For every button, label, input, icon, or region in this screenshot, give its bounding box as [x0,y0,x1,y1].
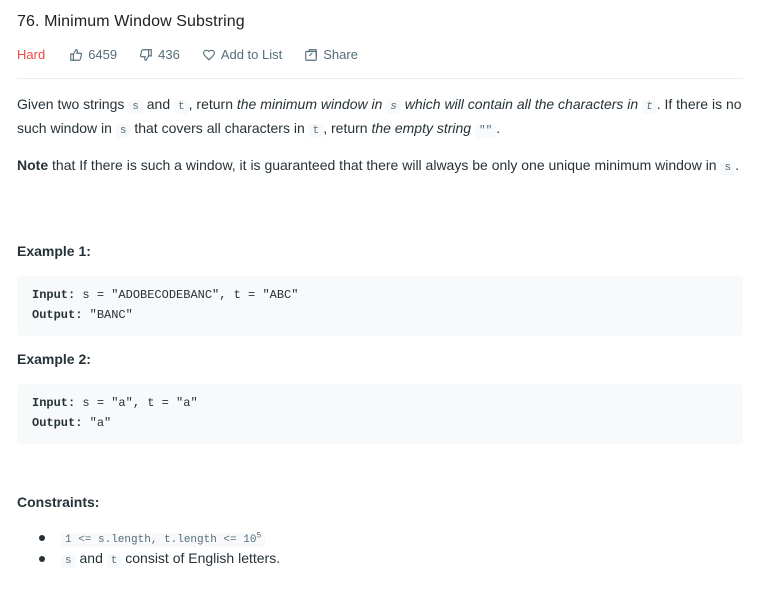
heart-icon [202,49,215,61]
code-t: t [174,100,189,114]
dislikes-count: 436 [158,47,180,62]
example-output-line: Output: "BANC" [32,308,133,322]
output-value: "BANC" [82,308,133,322]
text: , return [188,96,237,112]
note-paragraph: Note that If there is such a window, it … [17,155,743,179]
thumbs-up-icon [70,48,83,61]
likes-count: 6459 [88,47,118,62]
dislike-button[interactable]: 436 [139,47,180,62]
input-value: s = "ADOBECODEBANC", t = "ABC" [75,288,299,302]
exponent: 5 [256,531,262,541]
text: which will contain all the characters in [400,96,643,112]
emphasis-text: the empty string [371,120,472,136]
code-t: t [308,124,324,138]
text: . [735,157,739,173]
input-value: s = "a", t = "a" [75,396,198,410]
example-1-box: Input: s = "ADOBECODEBANC", t = "ABC" Ou… [17,276,743,336]
add-to-list-button[interactable]: Add to List [202,47,282,62]
problem-description: Given two strings s and t, return the mi… [17,94,743,179]
example-input-line: Input: s = "ADOBECODEBANC", t = "ABC" [32,288,298,302]
thumbs-down-icon [140,48,152,61]
example-output-line: Output: "a" [32,416,111,430]
example-1-title: Example 1: [17,243,91,259]
code-text: 1 <= s.length, t.length <= 10 [65,534,257,546]
text: and [142,96,175,112]
output-value: "a" [82,416,112,430]
example-2-box: Input: s = "a", t = "a" Output: "a" [17,384,743,444]
like-button[interactable]: 6459 [69,47,117,62]
code-s: s [720,161,736,175]
constraints-list: 1 <= s.length, t.length <= 105 s and t c… [39,527,280,569]
text: , return [323,120,372,136]
share-label: Share [323,47,358,62]
code-t: t [642,100,657,114]
problem-meta-bar: Hard 6459 436 Add to List Share [17,47,380,62]
list-item: s and t consist of English letters. [39,548,280,569]
text: that If there is such a window, it is gu… [48,157,721,173]
code-empty-string: "" [474,124,497,138]
share-button[interactable]: Share [304,47,358,62]
code-s: s [115,124,131,138]
emphasis-text: the minimum window in s which will conta… [236,96,657,114]
input-label: Input: [32,396,76,410]
example-input-line: Input: s = "a", t = "a" [32,396,198,410]
list-item: 1 <= s.length, t.length <= 105 [39,527,280,548]
code-s: s [61,554,76,568]
note-label: Note [17,157,49,173]
constraints-title: Constraints: [17,494,100,510]
text: and [75,550,107,566]
share-icon [305,48,318,61]
output-label: Output: [32,416,83,430]
problem-title: 76. Minimum Window Substring [17,13,245,30]
text: the minimum window in [236,96,387,112]
text: . [496,120,501,136]
text: that covers all characters in [130,120,309,136]
input-label: Input: [32,288,76,302]
header-divider [17,78,743,79]
code-s: s [386,100,401,114]
text: consist of English letters. [121,550,281,566]
difficulty-label: Hard [17,47,46,62]
example-2-title: Example 2: [17,351,91,367]
code-t: t [106,554,122,568]
code-s: s [128,100,143,114]
description-paragraph: Given two strings s and t, return the mi… [17,94,743,142]
text: Given two strings [17,96,129,112]
output-label: Output: [32,308,83,322]
constraint-length-code: 1 <= s.length, t.length <= 105 [61,531,266,547]
add-to-list-label: Add to List [220,47,283,62]
